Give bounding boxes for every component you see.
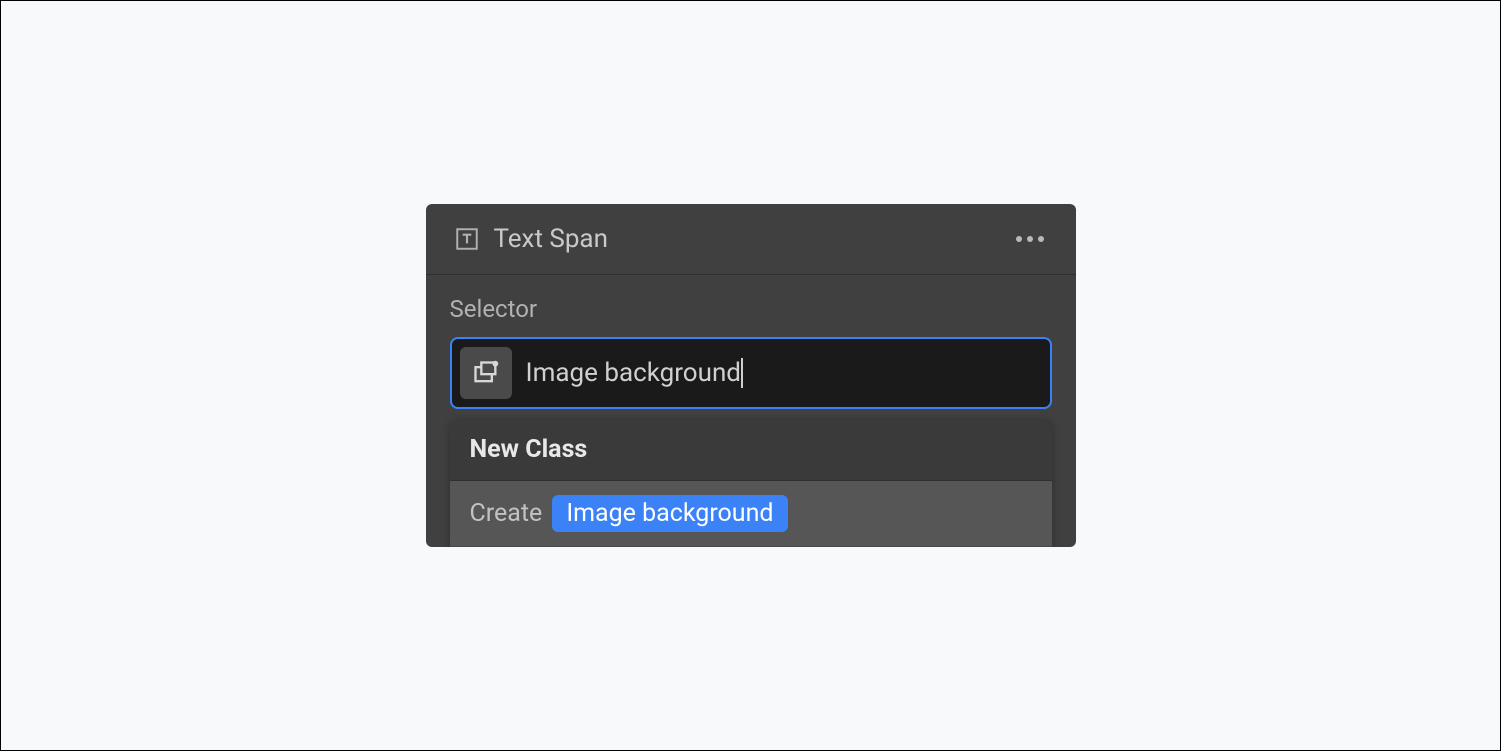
panel-header-left: Text Span bbox=[454, 224, 608, 254]
selector-input-value: Image background bbox=[526, 358, 741, 388]
create-prefix-label: Create bbox=[470, 499, 543, 528]
selector-input-container[interactable]: Image background bbox=[450, 337, 1052, 409]
panel-header: Text Span bbox=[426, 204, 1076, 275]
panel-body: Selector Image background New Class Crea… bbox=[426, 275, 1076, 547]
selector-section-label: Selector bbox=[450, 295, 1052, 323]
more-options-button[interactable] bbox=[1012, 232, 1048, 246]
element-type-label: Text Span bbox=[494, 224, 608, 254]
dropdown-section-header: New Class bbox=[450, 419, 1052, 481]
selector-dropdown: New Class Create Image background bbox=[450, 419, 1052, 547]
style-panel: Text Span Selector Image background New … bbox=[426, 204, 1076, 547]
selector-input[interactable]: Image background bbox=[526, 358, 743, 388]
ellipsis-icon bbox=[1027, 236, 1033, 242]
class-name-chip: Image background bbox=[552, 495, 787, 532]
create-class-option[interactable]: Create Image background bbox=[450, 481, 1052, 547]
ellipsis-icon bbox=[1016, 236, 1022, 242]
inheritance-icon[interactable] bbox=[460, 347, 512, 399]
ellipsis-icon bbox=[1038, 236, 1044, 242]
text-span-icon bbox=[454, 226, 480, 252]
text-caret bbox=[741, 358, 743, 388]
